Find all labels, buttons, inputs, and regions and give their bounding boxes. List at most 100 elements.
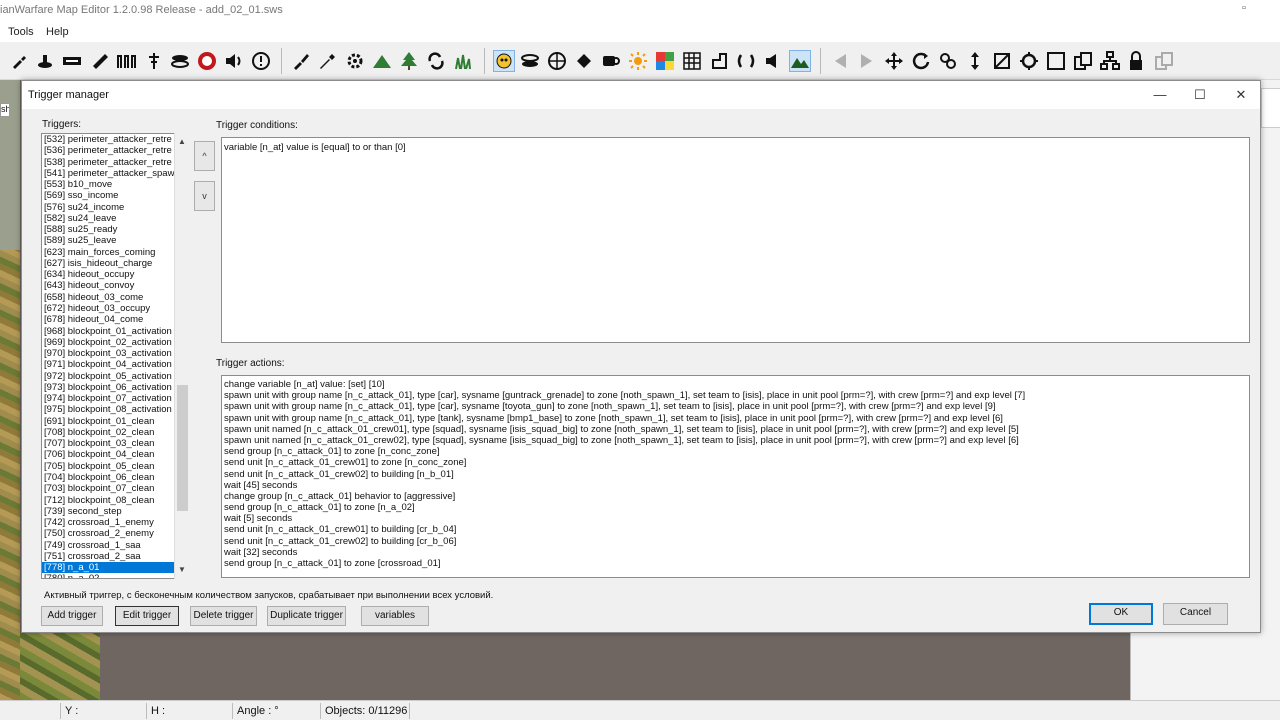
trigger-list-item[interactable]: [634] hideout_occupy: [42, 269, 188, 280]
trigger-conditions-box[interactable]: variable [n_at] value is [equal] to or t…: [221, 137, 1250, 343]
updown-icon[interactable]: [964, 50, 986, 72]
trigger-list-item[interactable]: [589] su25_leave: [42, 235, 188, 246]
gear-icon[interactable]: [344, 50, 366, 72]
trigger-list-item[interactable]: [708] blockpoint_02_clean: [42, 427, 188, 438]
trigger-list-item[interactable]: [707] blockpoint_03_clean: [42, 438, 188, 449]
trigger-list-item[interactable]: [706] blockpoint_04_clean: [42, 449, 188, 460]
landscape-icon[interactable]: [789, 50, 811, 72]
ammo-icon[interactable]: [169, 50, 191, 72]
lock-icon[interactable]: [1126, 50, 1148, 72]
hill-icon[interactable]: [371, 50, 393, 72]
path-icon[interactable]: [708, 50, 730, 72]
menu-help[interactable]: Help: [46, 26, 69, 38]
brush-icon[interactable]: [290, 50, 312, 72]
ok-button[interactable]: OK: [1089, 603, 1153, 625]
trigger-list-item[interactable]: [658] hideout_03_come: [42, 292, 188, 303]
add-trigger-button[interactable]: Add trigger: [41, 606, 103, 626]
trigger-list-item[interactable]: [780] n_a_02: [42, 573, 188, 578]
trigger-actions-box[interactable]: change variable [n_at] value: [set] [10]…: [221, 375, 1250, 578]
sound-icon[interactable]: [223, 50, 245, 72]
trigger-list-item[interactable]: [969] blockpoint_02_activation: [42, 337, 188, 348]
trigger-list-item[interactable]: [691] blockpoint_01_clean: [42, 416, 188, 427]
scale-icon[interactable]: [937, 50, 959, 72]
trigger-list-item[interactable]: [971] blockpoint_04_activation: [42, 359, 188, 370]
maximize-button[interactable]: ☐: [1186, 85, 1214, 105]
edit-trigger-button[interactable]: Edit trigger: [115, 606, 179, 626]
speaker-icon[interactable]: [762, 50, 784, 72]
unit-icon[interactable]: [143, 50, 165, 72]
bridge-icon[interactable]: [116, 50, 138, 72]
layers-icon[interactable]: [519, 50, 541, 72]
copy-icon[interactable]: [1072, 50, 1094, 72]
camera-icon[interactable]: [600, 50, 622, 72]
globe-icon[interactable]: [546, 50, 568, 72]
close-button[interactable]: ✕: [1227, 85, 1255, 105]
trigger-list-item[interactable]: [972] blockpoint_05_activation: [42, 371, 188, 382]
trigger-list-item[interactable]: [536] perimeter_attacker_retre: [42, 145, 188, 156]
sun-icon[interactable]: [627, 50, 649, 72]
grass-icon[interactable]: [452, 50, 474, 72]
eyedropper-icon[interactable]: [316, 50, 338, 72]
maximize-button[interactable]: ▫: [1236, 2, 1252, 18]
trigger-list-item[interactable]: [970] blockpoint_03_activation: [42, 348, 188, 359]
trigger-list-item[interactable]: [751] crossroad_2_saa: [42, 551, 188, 562]
stop-icon[interactable]: [196, 50, 218, 72]
cancel-button[interactable]: Cancel: [1163, 603, 1228, 625]
paint-icon[interactable]: [8, 50, 30, 72]
road-icon[interactable]: [61, 50, 83, 72]
scrollbar-thumb[interactable]: [177, 385, 188, 511]
trigger-list-item[interactable]: [742] crossroad_1_enemy: [42, 517, 188, 528]
trigger-list-item[interactable]: [703] blockpoint_07_clean: [42, 483, 188, 494]
menu-tools[interactable]: Tools: [8, 26, 34, 38]
trigger-list-item[interactable]: [739] second_step: [42, 506, 188, 517]
trigger-list-item[interactable]: [627] isis_hideout_charge: [42, 258, 188, 269]
terrain-icon[interactable]: [34, 50, 56, 72]
scroll-up-icon[interactable]: ▲: [175, 135, 189, 149]
back-icon[interactable]: [829, 50, 851, 72]
tree-icon[interactable]: [398, 50, 420, 72]
delete-trigger-button[interactable]: Delete trigger: [190, 606, 257, 626]
trigger-list-item[interactable]: [553] b10_move: [42, 179, 188, 190]
triggers-list[interactable]: [532] perimeter_attacker_retre [536] peri…: [41, 133, 189, 579]
rotate-icon[interactable]: [425, 50, 447, 72]
hierarchy-icon[interactable]: [1099, 50, 1121, 72]
target-icon[interactable]: [1018, 50, 1040, 72]
warning-icon[interactable]: [250, 50, 272, 72]
duplicate-trigger-button[interactable]: Duplicate trigger: [267, 606, 346, 626]
move-up-button[interactable]: ^: [194, 141, 215, 171]
scroll-down-icon[interactable]: ▼: [175, 563, 189, 577]
trigger-list-item[interactable]: [623] main_forces_coming: [42, 247, 188, 258]
trigger-list-item[interactable]: [643] hideout_convoy: [42, 280, 188, 291]
color-icon[interactable]: [654, 50, 676, 72]
trigger-list-item[interactable]: [974] blockpoint_07_activation: [42, 393, 188, 404]
paint-bucket-icon[interactable]: [573, 50, 595, 72]
map-viewport-left[interactable]: sh: [0, 80, 20, 700]
trigger-list-item[interactable]: [588] su25_ready: [42, 224, 188, 235]
triggers-list-scrollbar[interactable]: ▲ ▼: [174, 133, 189, 579]
loop-icon[interactable]: [735, 50, 757, 72]
trigger-list-item[interactable]: [749] crossroad_1_saa: [42, 540, 188, 551]
grid-icon[interactable]: [681, 50, 703, 72]
light-icon[interactable]: [493, 50, 515, 72]
ruler-icon[interactable]: [89, 50, 111, 72]
forward-icon[interactable]: [856, 50, 878, 72]
trigger-list-item[interactable]: [672] hideout_03_occupy: [42, 303, 188, 314]
trigger-list-item[interactable]: [778] n_a_01: [42, 562, 188, 574]
trigger-list-item[interactable]: [704] blockpoint_06_clean: [42, 472, 188, 483]
variables-button[interactable]: variables: [361, 606, 429, 626]
trigger-list-item[interactable]: [968] blockpoint_01_activation: [42, 326, 188, 337]
trigger-list-item[interactable]: [582] su24_leave: [42, 213, 188, 224]
trigger-list-item[interactable]: [973] blockpoint_06_activation: [42, 382, 188, 393]
trigger-list-item[interactable]: [569] sso_income: [42, 190, 188, 201]
move-icon[interactable]: [883, 50, 905, 72]
trigger-list-item[interactable]: [975] blockpoint_08_activation: [42, 404, 188, 415]
trigger-list-item[interactable]: [538] perimeter_attacker_retre: [42, 157, 188, 168]
map-viewport-bottom[interactable]: [20, 632, 1130, 700]
trigger-list-item[interactable]: [576] su24_income: [42, 202, 188, 213]
rotate-tool-icon[interactable]: [910, 50, 932, 72]
select-icon[interactable]: [991, 50, 1013, 72]
trigger-list-item[interactable]: [541] perimeter_attacker_spaw: [42, 168, 188, 179]
trigger-list-item[interactable]: [750] crossroad_2_enemy: [42, 528, 188, 539]
trigger-list-item[interactable]: [678] hideout_04_come: [42, 314, 188, 325]
trigger-list-item[interactable]: [705] blockpoint_05_clean: [42, 461, 188, 472]
